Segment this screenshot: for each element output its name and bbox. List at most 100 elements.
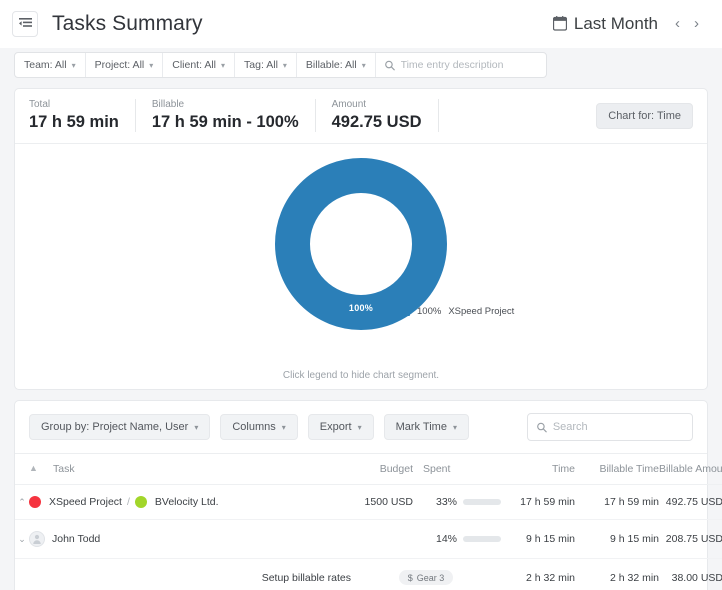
tasks-table: ▲ Task Budget Spent Time Billable Time B…: [15, 454, 722, 590]
table-body: ⌃ XSpeed Project / BVelocity Ltd. 1500 U…: [15, 485, 722, 590]
chart-for-button[interactable]: Chart for: Time: [596, 103, 693, 129]
filter-project-label: Project: All: [95, 59, 145, 71]
column-header-billable-time[interactable]: Billable Time: [575, 454, 659, 485]
user-name[interactable]: John Todd: [52, 533, 100, 545]
table-header-row: ▲ Task Budget Spent Time Billable Time B…: [15, 454, 722, 485]
cell-task-name: Setup billable rates: [15, 559, 351, 590]
row-expand-toggle[interactable]: ⌄: [15, 535, 29, 544]
chevron-down-icon: ▾: [221, 61, 225, 70]
avatar-glyph: [32, 534, 42, 544]
filter-billable[interactable]: Billable: All ▾: [297, 53, 376, 77]
column-header-budget[interactable]: Budget: [351, 454, 413, 485]
filter-client-label: Client: All: [172, 59, 216, 71]
table-search[interactable]: [527, 413, 693, 441]
column-header-time[interactable]: Time: [501, 454, 575, 485]
spent-progress-bar: [463, 536, 501, 542]
cell-budget: 1500 USD: [351, 485, 413, 520]
table-toolbar: Group by: Project Name, User ▾ Columns ▾…: [15, 401, 707, 454]
date-range-picker[interactable]: Last Month: [553, 14, 658, 34]
top-header: Tasks Summary Last Month ‹ ›: [0, 0, 722, 48]
filter-team[interactable]: Team: All ▾: [15, 53, 86, 77]
chevron-down-icon: ▾: [72, 61, 76, 70]
sidebar-collapse-icon[interactable]: [12, 11, 38, 37]
cell-billable-amount: 38.00 USD: [659, 559, 722, 590]
cell-billable-time[interactable]: 9 h 15 min: [575, 520, 659, 559]
filter-chip-group: Team: All ▾ Project: All ▾ Client: All ▾…: [14, 52, 547, 78]
chevron-down-icon: ▾: [453, 423, 457, 432]
project-name[interactable]: XSpeed Project: [49, 496, 122, 508]
spent-percent: 14%: [436, 533, 457, 545]
export-button[interactable]: Export ▾: [308, 414, 374, 440]
stat-total: Total 17 h 59 min: [29, 99, 136, 132]
table-head: ▲ Task Budget Spent Time Billable Time B…: [15, 454, 722, 485]
sort-ascending-icon[interactable]: ▲: [29, 463, 38, 473]
description-search[interactable]: [376, 53, 546, 77]
chart-hint-text: Click legend to hide chart segment.: [15, 370, 707, 381]
cell-budget: [351, 520, 413, 559]
tag-label: Gear 3: [417, 573, 445, 583]
cell-spent: 14%: [413, 520, 501, 559]
table-row[interactable]: ⌃ XSpeed Project / BVelocity Ltd. 1500 U…: [15, 485, 722, 520]
cell-time[interactable]: 17 h 59 min: [501, 485, 575, 520]
calendar-icon: [553, 16, 567, 31]
cell-spent: 33%: [413, 485, 501, 520]
columns-button[interactable]: Columns ▾: [220, 414, 297, 440]
columns-label: Columns: [232, 421, 275, 433]
mark-time-label: Mark Time: [396, 421, 447, 433]
donut-segment[interactable]: [293, 176, 430, 313]
mark-time-button[interactable]: Mark Time ▾: [384, 414, 469, 440]
export-label: Export: [320, 421, 352, 433]
summary-chart-card: Total 17 h 59 min Billable 17 h 59 min -…: [14, 88, 708, 390]
row-expand-toggle[interactable]: ⌃: [15, 498, 29, 507]
chevron-down-icon: ▾: [283, 61, 287, 70]
name-separator: /: [127, 496, 130, 508]
app-root: Tasks Summary Last Month ‹ › Team: All ▾…: [0, 0, 722, 590]
donut-chart-wrapper: 100%: [15, 158, 707, 330]
donut-chart[interactable]: 100%: [275, 158, 447, 330]
group-by-button[interactable]: Group by: Project Name, User ▾: [29, 414, 210, 440]
client-color-dot: [135, 496, 147, 508]
task-name[interactable]: Setup billable rates: [262, 572, 351, 584]
filter-tag[interactable]: Tag: All ▾: [235, 53, 297, 77]
filter-project[interactable]: Project: All ▾: [86, 53, 164, 77]
cell-billable-amount: 492.75 USD: [659, 485, 722, 520]
date-range-label: Last Month: [574, 14, 658, 34]
column-header-task-label: Task: [53, 463, 75, 475]
stat-billable-value: 17 h 59 min - 100%: [152, 113, 299, 132]
cell-time[interactable]: 9 h 15 min: [501, 520, 575, 559]
filter-client[interactable]: Client: All ▾: [163, 53, 235, 77]
chevron-down-icon: ▾: [149, 61, 153, 70]
column-header-billable-amount[interactable]: Billable Amount: [659, 454, 722, 485]
filter-bar: Team: All ▾ Project: All ▾ Client: All ▾…: [0, 48, 722, 78]
search-input[interactable]: [401, 59, 537, 71]
filter-billable-label: Billable: All: [306, 59, 357, 71]
summary-strip: Total 17 h 59 min Billable 17 h 59 min -…: [15, 89, 707, 144]
search-icon: [537, 422, 547, 433]
sidebar-collapse-glyph: [19, 18, 32, 29]
donut-segment-label: 100%: [275, 303, 447, 313]
page-title: Tasks Summary: [52, 12, 203, 36]
chevron-down-icon: ▾: [362, 61, 366, 70]
stat-amount-label: Amount: [332, 99, 422, 110]
spent-percent: 33%: [436, 496, 457, 508]
stat-total-value: 17 h 59 min: [29, 113, 119, 132]
next-period-button[interactable]: ›: [687, 16, 706, 31]
stat-amount-value: 492.75 USD: [332, 113, 422, 132]
column-header-spent[interactable]: Spent: [413, 454, 501, 485]
cell-billable-time[interactable]: 2 h 32 min: [575, 559, 659, 590]
cell-time[interactable]: 2 h 32 min: [501, 559, 575, 590]
prev-period-button[interactable]: ‹: [668, 16, 687, 31]
user-avatar-icon: [29, 531, 45, 547]
cell-task-project: ⌃ XSpeed Project / BVelocity Ltd.: [15, 485, 351, 520]
table-row[interactable]: Setup billable rates $ Gear 3 2 h 32 min…: [15, 559, 722, 590]
group-by-label: Group by: Project Name, User: [41, 421, 188, 433]
table-row[interactable]: ⌄ John Todd: [15, 520, 722, 559]
table-search-input[interactable]: [553, 421, 683, 433]
tasks-table-card: Group by: Project Name, User ▾ Columns ▾…: [14, 400, 708, 590]
tag-badge[interactable]: $ Gear 3: [399, 570, 454, 585]
client-name[interactable]: BVelocity Ltd.: [155, 496, 219, 508]
cell-billable-time[interactable]: 17 h 59 min: [575, 485, 659, 520]
chevron-down-icon: ▾: [194, 423, 198, 432]
stat-amount: Amount 492.75 USD: [332, 99, 439, 132]
column-header-task[interactable]: ▲ Task: [15, 454, 351, 485]
